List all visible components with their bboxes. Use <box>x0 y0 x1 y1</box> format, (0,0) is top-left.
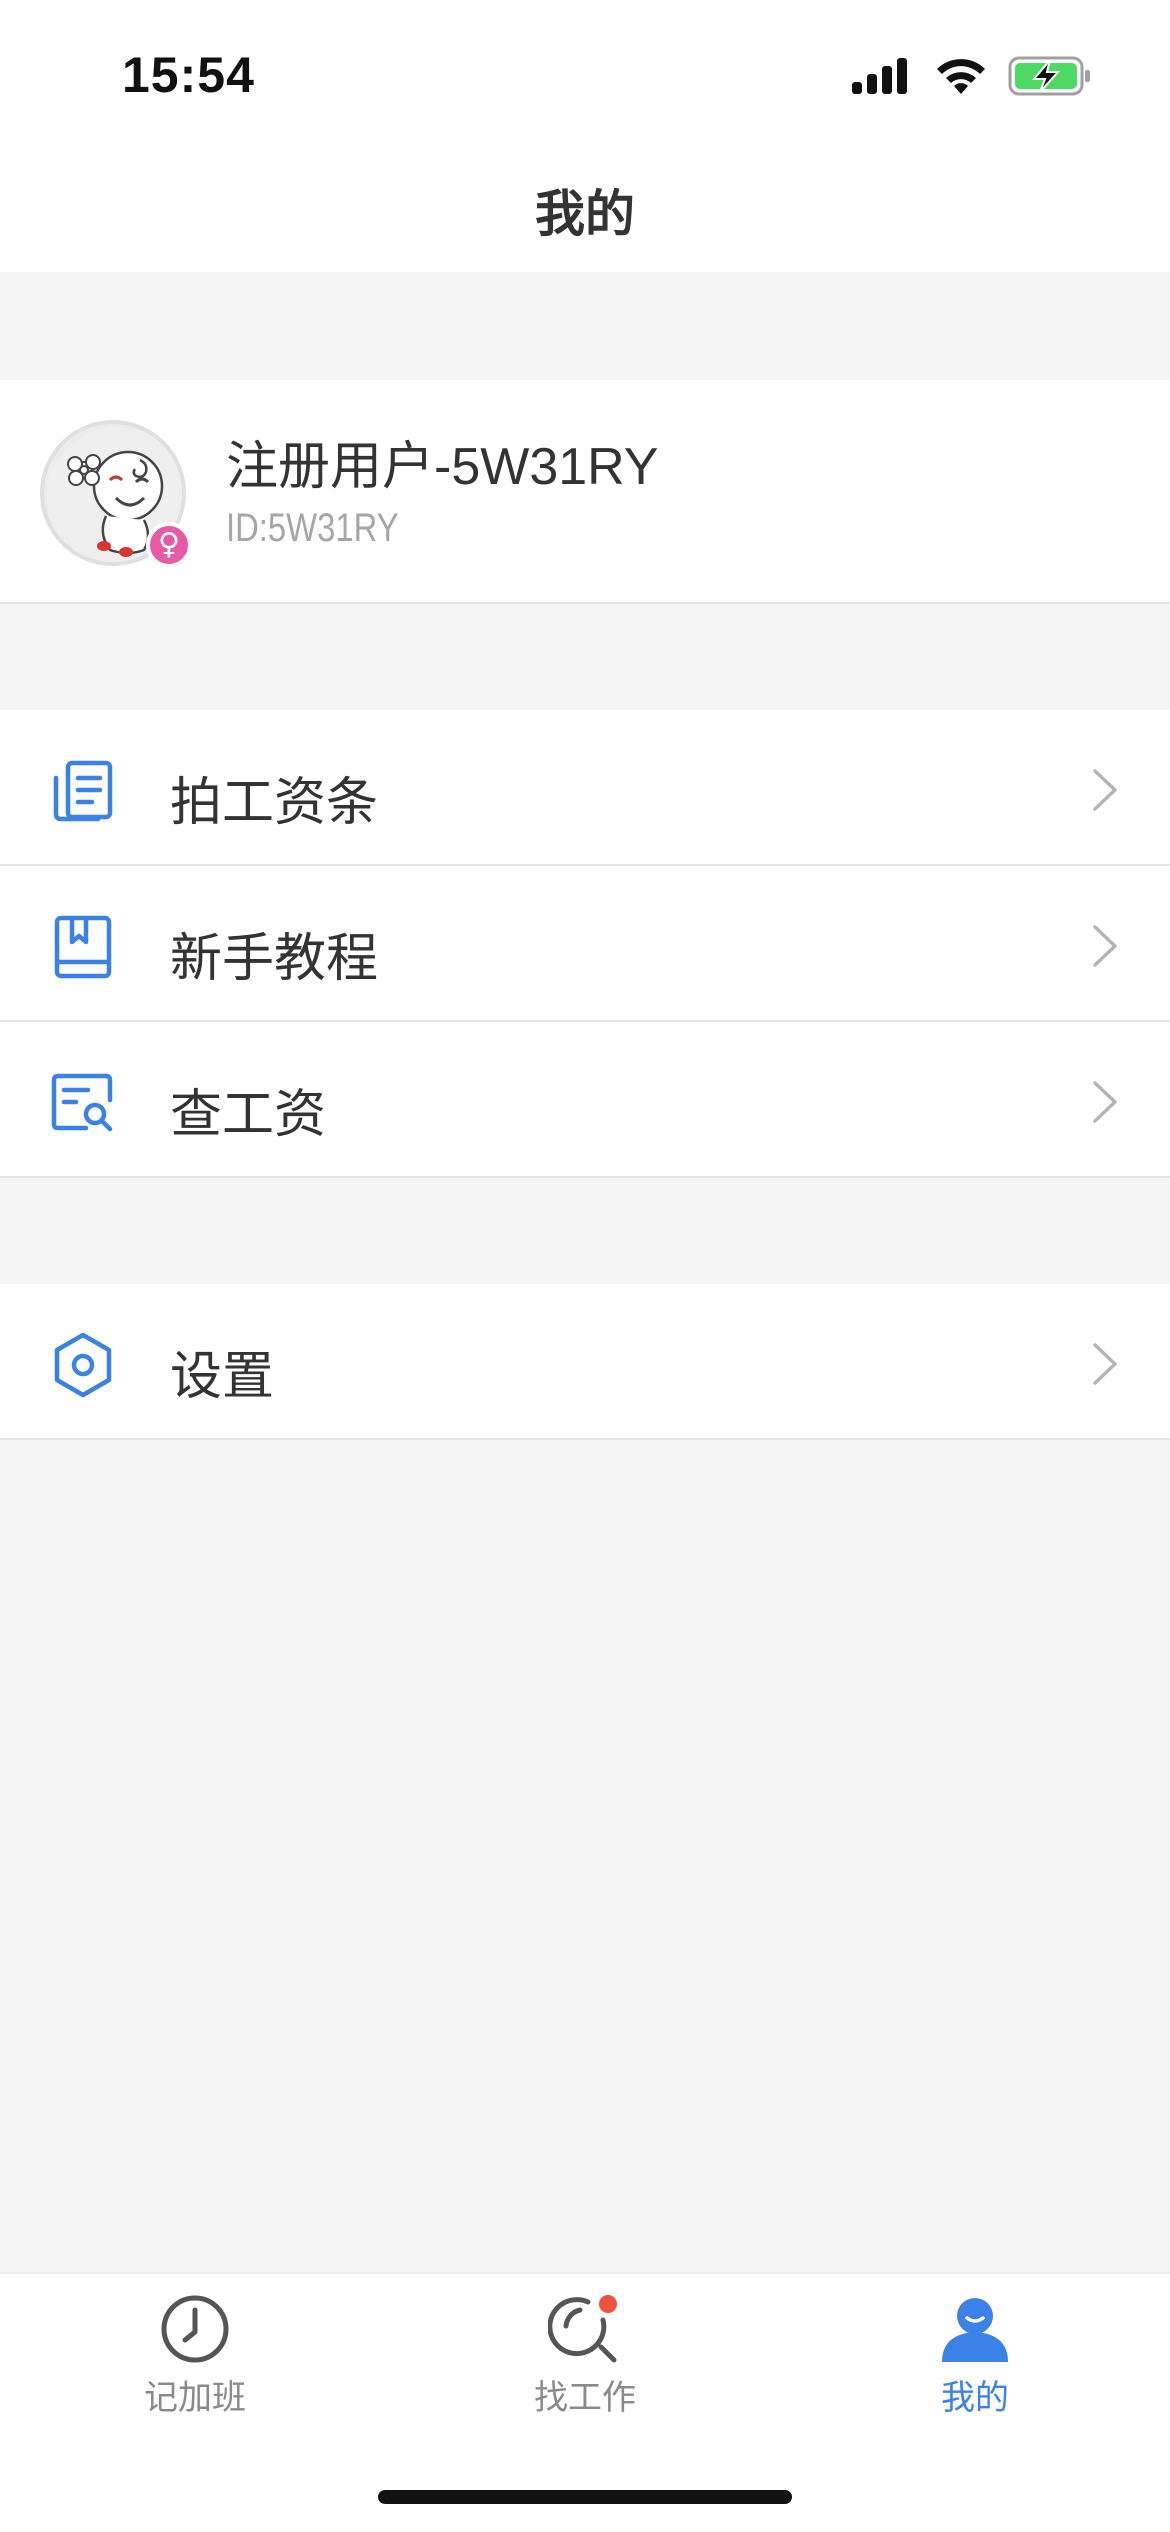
menu-group-tools: 拍工资条 新手教程 查工资 <box>0 710 1170 1178</box>
status-time: 15:54 <box>122 47 255 103</box>
chevron-right-icon <box>1093 769 1117 811</box>
menu-label-payslip: 拍工资条 <box>170 774 379 832</box>
page-title: 我的 <box>535 186 635 242</box>
payslip-icon <box>53 760 113 822</box>
chevron-right-icon <box>1093 1343 1117 1385</box>
menu-label-tutorial: 新手教程 <box>170 930 379 988</box>
cellular-signal-icon <box>852 58 907 94</box>
tab-label-find-job: 找工作 <box>534 2379 636 2417</box>
tab-label-mine: 我的 <box>941 2379 1009 2417</box>
chevron-right-icon <box>1093 925 1117 967</box>
menu-group-settings: 设置 <box>0 1284 1170 1440</box>
notification-dot <box>599 2295 617 2313</box>
menu-item-tutorial[interactable]: 新手教程 <box>0 866 1170 1022</box>
wifi-icon <box>937 59 985 94</box>
tab-mine[interactable]: 我的 <box>780 2274 1170 2464</box>
status-bar: 15:54 <box>0 0 1170 150</box>
tab-overtime[interactable]: 记加班 <box>0 2274 390 2464</box>
chevron-right-icon <box>1093 1081 1117 1123</box>
book-icon <box>54 915 112 979</box>
user-name: 注册用户-5W31RY <box>226 438 659 496</box>
menu-label-settings: 设置 <box>170 1348 275 1406</box>
menu-label-check-salary: 查工资 <box>170 1086 327 1144</box>
clock-icon <box>161 2295 229 2363</box>
tab-label-overtime: 记加班 <box>144 2379 246 2417</box>
user-icon <box>942 2298 1008 2362</box>
search-document-icon <box>51 1073 113 1132</box>
settings-hexagon-icon <box>54 1332 112 1398</box>
tab-find-job[interactable]: 找工作 <box>390 2274 780 2464</box>
navigation-bar: 我的 <box>0 150 1170 272</box>
profile-card[interactable]: ♀ 注册用户-5W31RY ID:5W31RY <box>0 380 1170 604</box>
menu-item-payslip[interactable]: 拍工资条 <box>0 710 1170 866</box>
gender-female-icon: ♀ <box>146 522 192 568</box>
battery-charging-icon <box>1008 56 1090 96</box>
menu-item-settings[interactable]: 设置 <box>0 1284 1170 1440</box>
menu-item-check-salary[interactable]: 查工资 <box>0 1022 1170 1178</box>
user-id: ID:5W31RY <box>226 506 399 550</box>
search-icon <box>548 2295 617 2363</box>
home-indicator[interactable] <box>378 2490 792 2504</box>
